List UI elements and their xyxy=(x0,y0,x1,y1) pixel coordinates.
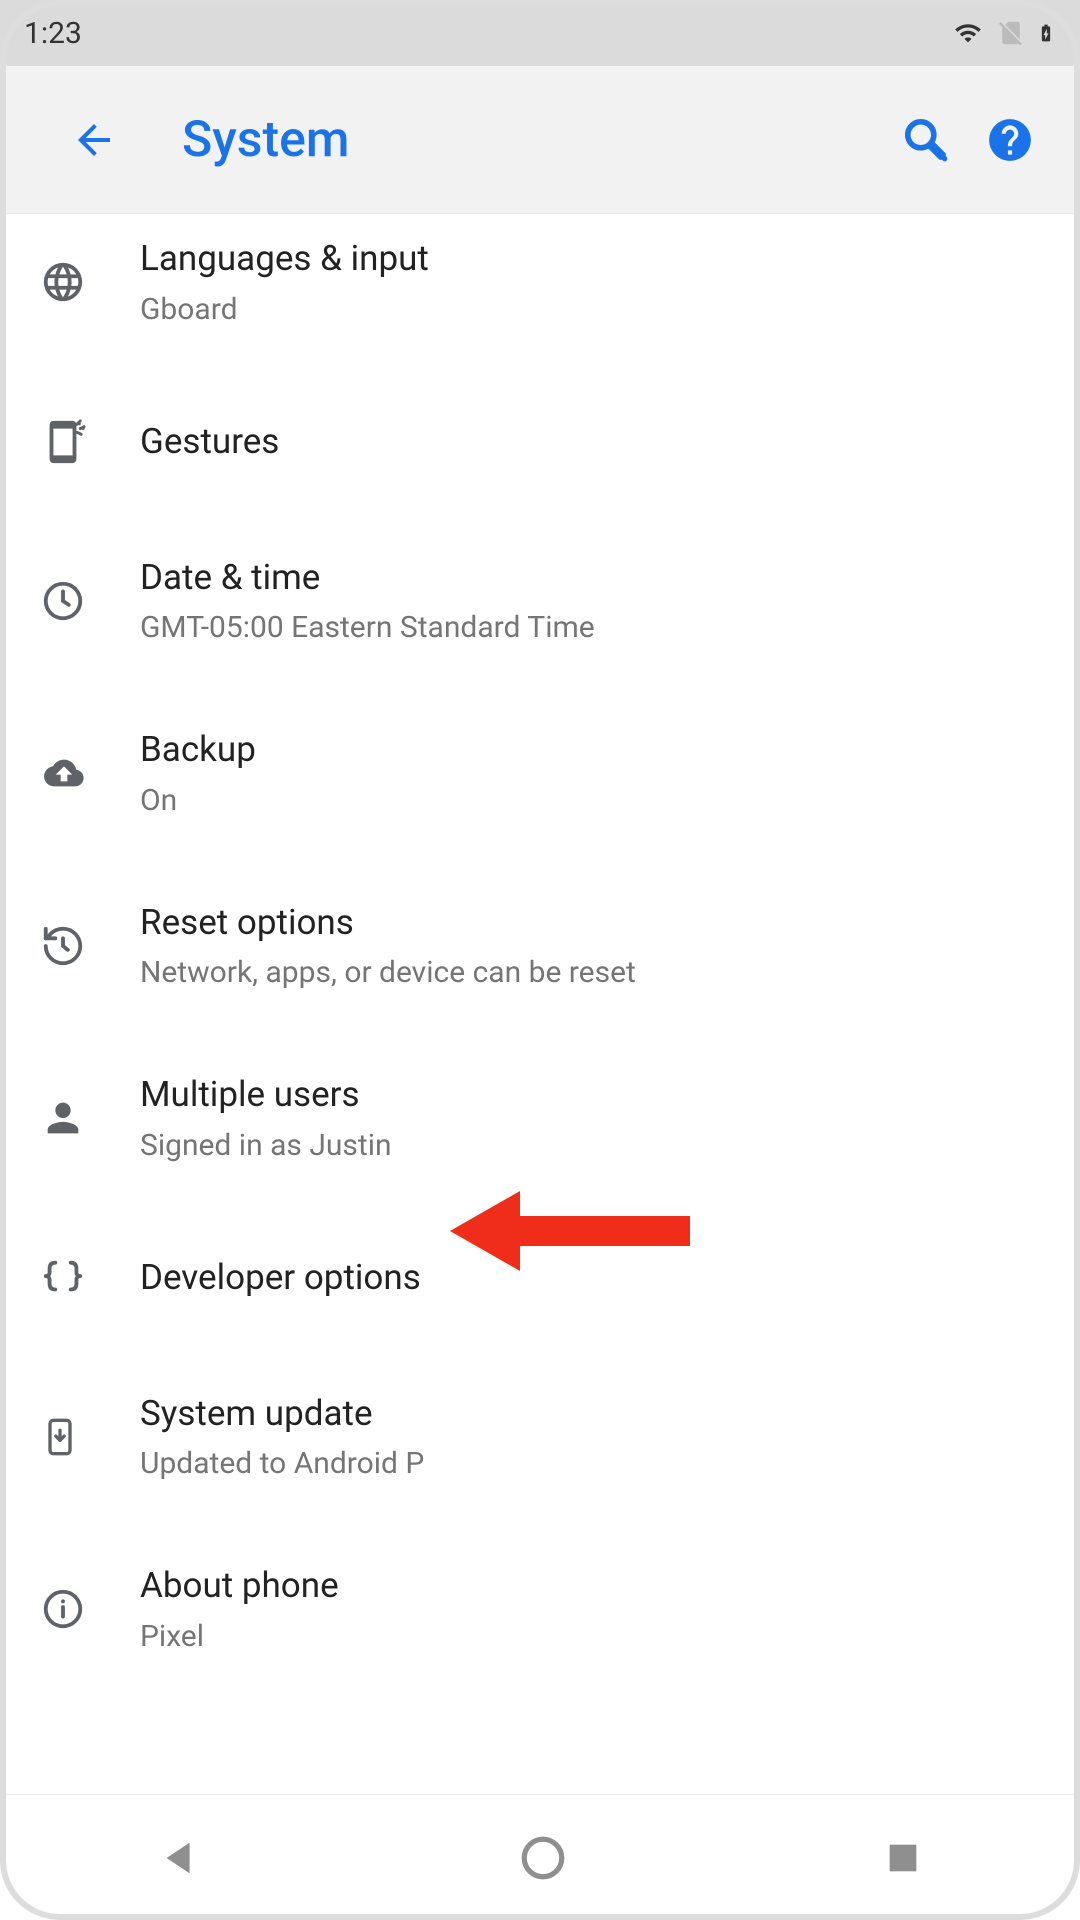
item-sub: Signed in as Justin xyxy=(140,1126,1040,1165)
reset-icon xyxy=(40,923,86,969)
system-update-icon xyxy=(40,1411,80,1463)
item-label: Date & time xyxy=(140,555,1040,601)
nav-back-button[interactable] xyxy=(157,1835,203,1881)
item-label: Developer options xyxy=(140,1255,1040,1301)
circle-home-icon xyxy=(518,1833,568,1883)
item-sub: Pixel xyxy=(140,1617,1040,1656)
help-icon xyxy=(985,115,1035,165)
item-multiple-users[interactable]: Multiple users Signed in as Justin xyxy=(0,1032,1080,1205)
status-time: 1:23 xyxy=(24,16,82,51)
item-developer-options[interactable]: Developer options xyxy=(0,1205,1080,1351)
battery-charging-icon xyxy=(1036,17,1056,49)
cloud-upload-icon xyxy=(40,753,88,793)
person-icon xyxy=(40,1095,86,1141)
item-label: Backup xyxy=(140,727,1040,773)
square-recents-icon xyxy=(883,1838,923,1878)
item-label: Multiple users xyxy=(140,1072,1040,1118)
item-sub: GMT-05:00 Eastern Standard Time xyxy=(140,608,1040,647)
gestures-icon xyxy=(40,419,86,465)
item-languages-input[interactable]: Languages & input Gboard xyxy=(0,214,1080,369)
item-label: About phone xyxy=(140,1563,1040,1609)
navigation-bar xyxy=(0,1794,1080,1920)
item-sub: Network, apps, or device can be reset xyxy=(140,953,1040,992)
item-sub: Gboard xyxy=(140,290,1040,329)
help-button[interactable] xyxy=(980,110,1040,170)
no-sim-icon xyxy=(996,18,1026,48)
globe-icon xyxy=(40,259,86,305)
item-reset-options[interactable]: Reset options Network, apps, or device c… xyxy=(0,860,1080,1033)
info-icon xyxy=(40,1586,86,1632)
arrow-back-icon xyxy=(70,116,118,164)
code-braces-icon xyxy=(40,1255,86,1301)
item-date-time[interactable]: Date & time GMT-05:00 Eastern Standard T… xyxy=(0,515,1080,688)
item-sub: Updated to Android P xyxy=(140,1444,1040,1483)
item-label: Gestures xyxy=(140,419,1040,465)
item-label: System update xyxy=(140,1391,1040,1437)
nav-home-button[interactable] xyxy=(518,1833,568,1883)
nav-recents-button[interactable] xyxy=(883,1838,923,1878)
app-bar: System xyxy=(0,66,1080,214)
item-system-update[interactable]: System update Updated to Android P xyxy=(0,1351,1080,1524)
search-button[interactable] xyxy=(896,110,956,170)
page-title: System xyxy=(182,111,872,169)
wifi-icon xyxy=(950,19,986,47)
scrollbar[interactable] xyxy=(1075,264,1080,1764)
item-about-phone[interactable]: About phone Pixel xyxy=(0,1523,1080,1696)
item-label: Languages & input xyxy=(140,236,1040,282)
item-sub: On xyxy=(140,781,1040,820)
status-bar: 1:23 xyxy=(0,0,1080,66)
settings-list: Languages & input Gboard Gestures Date &… xyxy=(0,214,1080,1794)
item-gestures[interactable]: Gestures xyxy=(0,369,1080,515)
item-backup[interactable]: Backup On xyxy=(0,687,1080,860)
search-icon xyxy=(901,115,951,165)
item-label: Reset options xyxy=(140,900,1040,946)
clock-icon xyxy=(40,578,86,624)
triangle-back-icon xyxy=(157,1835,203,1881)
back-button[interactable] xyxy=(64,110,124,170)
status-icons xyxy=(950,17,1056,49)
